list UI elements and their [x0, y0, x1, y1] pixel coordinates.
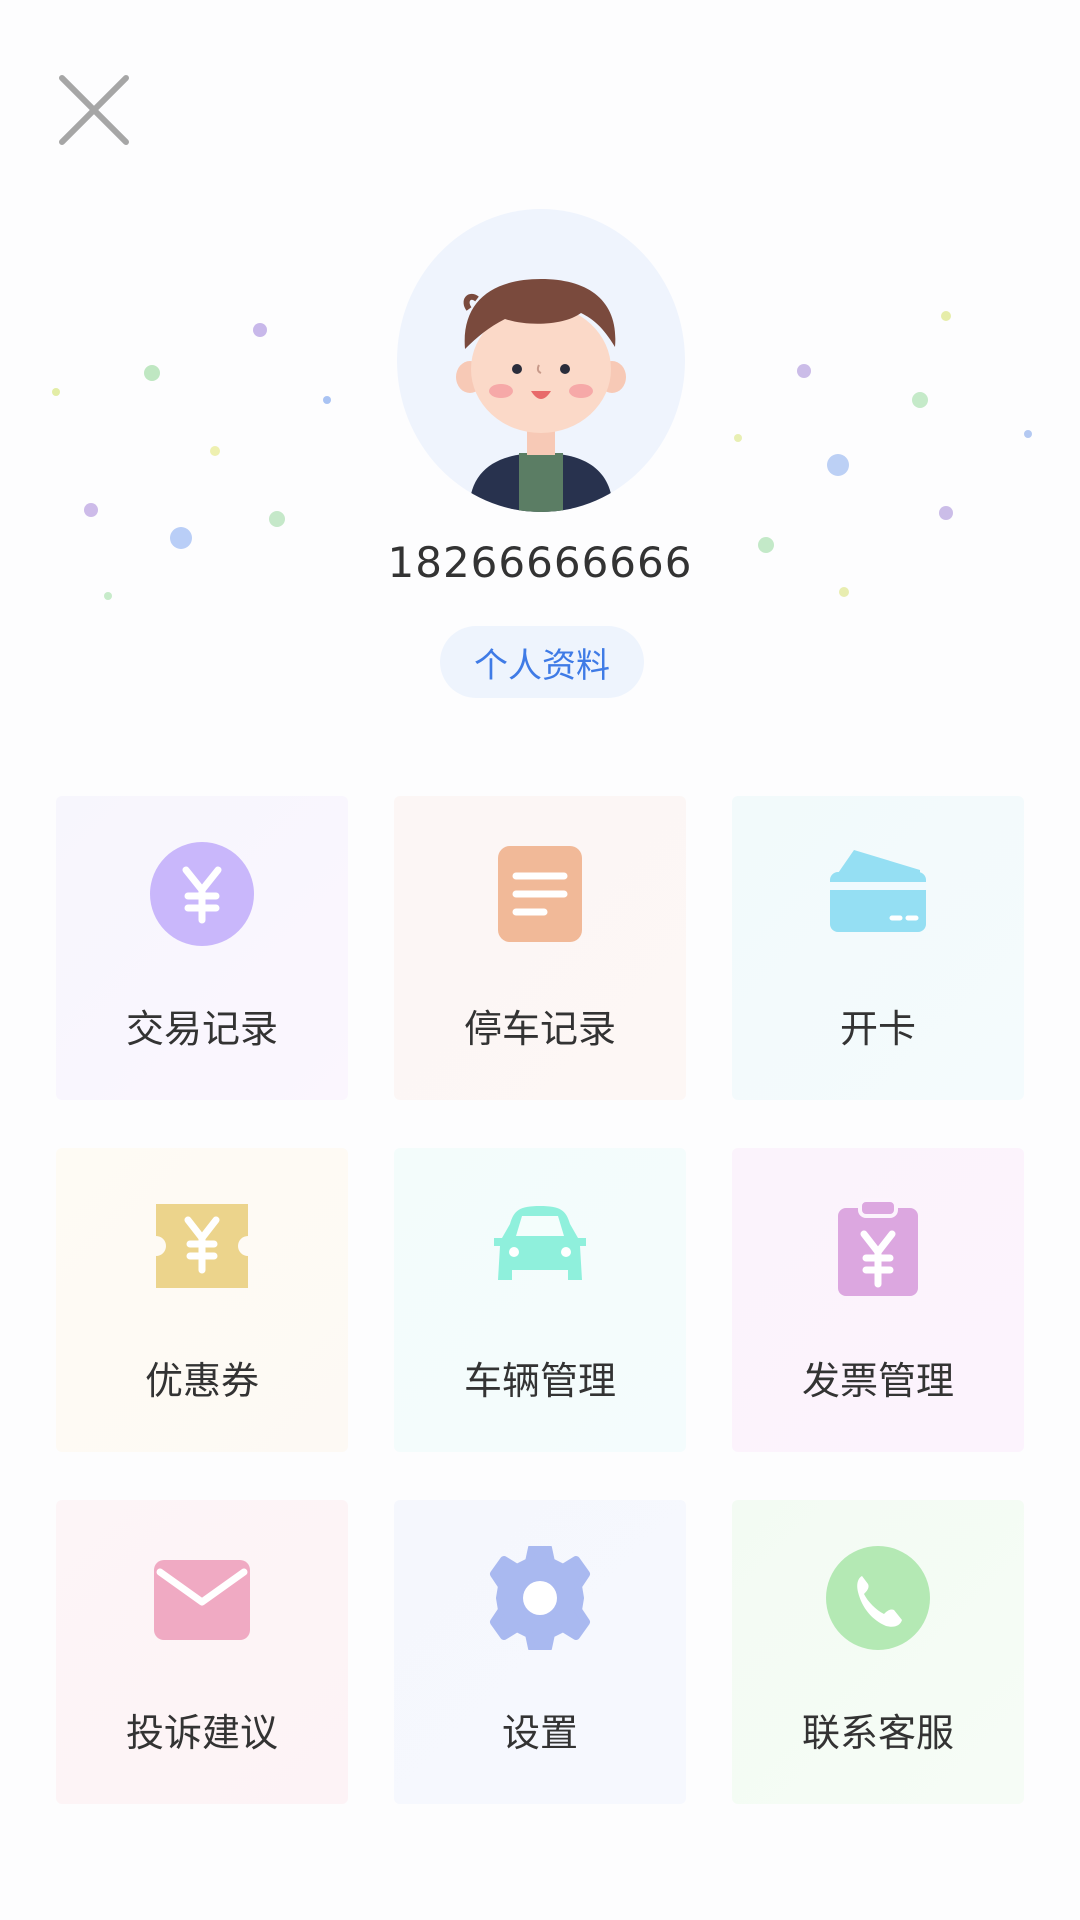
close-icon[interactable] [56, 72, 132, 148]
menu-item-customer-service[interactable]: 联系客服 [732, 1500, 1024, 1804]
invoice-clipboard-icon [838, 1198, 918, 1296]
gear-icon [490, 1546, 590, 1650]
menu-item-label: 停车记录 [463, 1007, 616, 1051]
profile-button[interactable]: 个人资料 [440, 626, 644, 698]
card-icon [830, 850, 926, 932]
menu-item-coupons[interactable]: 优惠券 [56, 1148, 348, 1452]
menu-item-label: 车辆管理 [463, 1359, 616, 1403]
menu-item-open-card[interactable]: 开卡 [732, 796, 1024, 1100]
menu-item-parking-records[interactable]: 停车记录 [394, 796, 686, 1100]
menu-item-transactions[interactable]: 交易记录 [56, 796, 348, 1100]
document-icon [498, 846, 582, 942]
menu-item-label: 投诉建议 [125, 1711, 278, 1755]
menu-item-vehicle-management[interactable]: 车辆管理 [394, 1148, 686, 1452]
menu-item-label: 交易记录 [125, 1007, 278, 1051]
phone-number: 18266666666 [387, 538, 693, 587]
menu-item-label: 发票管理 [801, 1359, 954, 1403]
car-icon [494, 1206, 586, 1280]
menu-item-complaints[interactable]: 投诉建议 [56, 1500, 348, 1804]
coupon-icon [156, 1204, 248, 1288]
menu-item-invoice-management[interactable]: 发票管理 [732, 1148, 1024, 1452]
menu-item-label: 设置 [501, 1711, 578, 1755]
menu-item-settings[interactable]: 设置 [394, 1500, 686, 1804]
menu-item-label: 开卡 [839, 1007, 916, 1051]
avatar[interactable] [397, 209, 685, 512]
envelope-icon [154, 1560, 250, 1640]
menu-item-label: 联系客服 [801, 1711, 954, 1755]
menu-item-label: 优惠券 [144, 1359, 259, 1403]
boy-avatar-illustration [456, 279, 626, 512]
yuan-circle-icon [150, 842, 254, 946]
phone-icon [826, 1546, 930, 1650]
